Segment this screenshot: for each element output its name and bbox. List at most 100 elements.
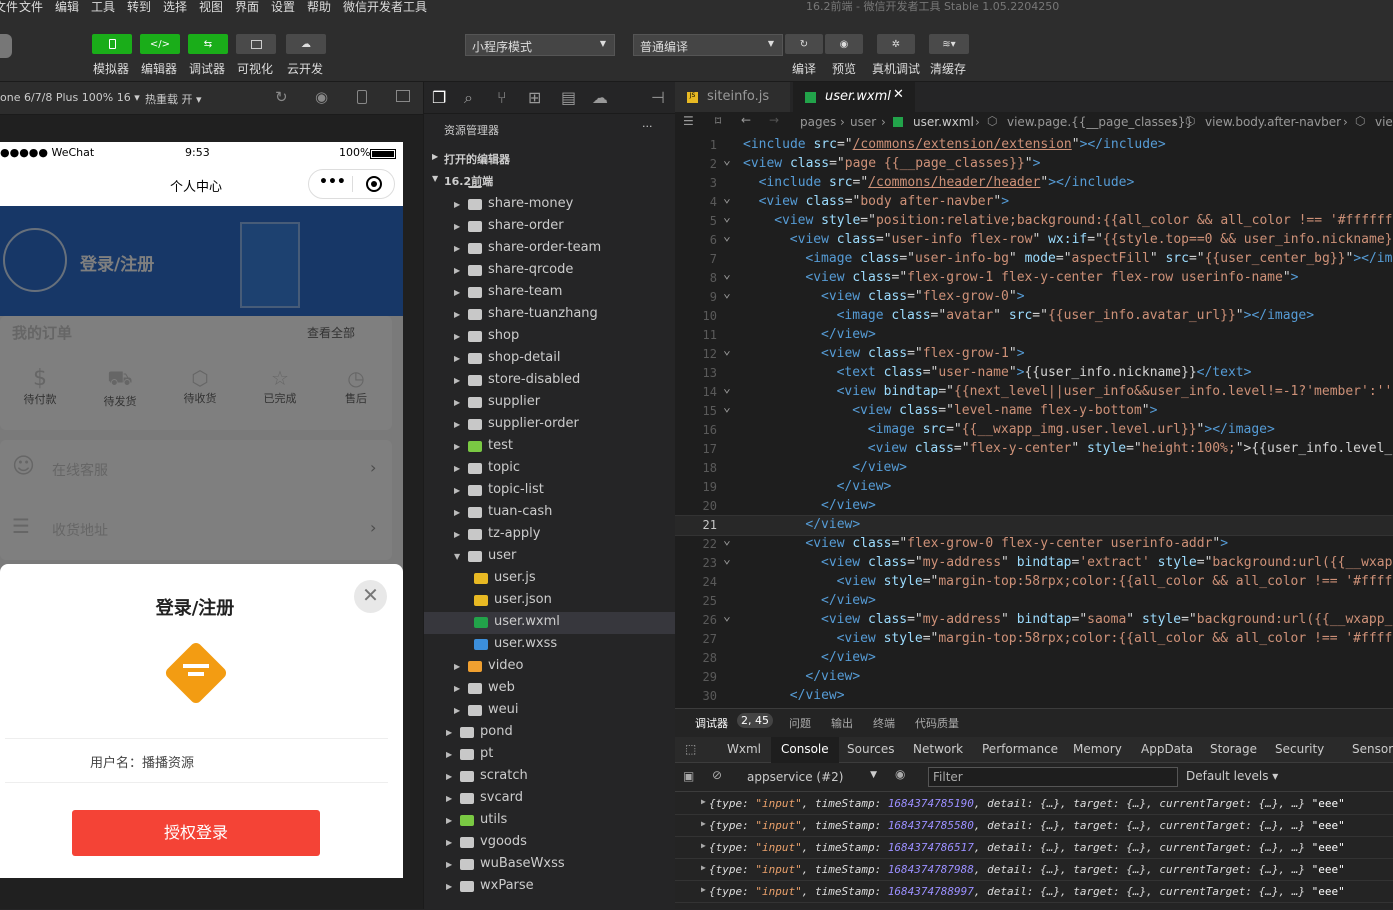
- code-line[interactable]: 11 </view>: [675, 326, 1393, 345]
- menu-item-wechat-devtools[interactable]: 微信开发者工具: [343, 0, 427, 15]
- breadcrumb-item[interactable]: pages: [800, 115, 836, 129]
- code-line[interactable]: 12 ⌄ <view class="flex-grow-1">: [675, 343, 1393, 364]
- code-line[interactable]: 24 <view style="margin-top:58rpx;color:{{…: [675, 573, 1393, 592]
- fold-chevron-icon[interactable]: ⌄: [723, 552, 731, 567]
- menu-item-select[interactable]: 选择: [163, 0, 187, 15]
- breadcrumb-item[interactable]: view.page.{{__page_classes}}: [1007, 115, 1193, 129]
- tree-item-web[interactable]: ▶ web: [424, 678, 676, 700]
- tab-sources[interactable]: Sources: [847, 742, 894, 756]
- tree-item-topic-list[interactable]: ▶ topic-list: [424, 480, 676, 502]
- code-line[interactable]: 3 <include src="/commons/header/header"><…: [675, 174, 1393, 193]
- tree-item-supplier-order[interactable]: ▶ supplier-order: [424, 414, 676, 436]
- code-line[interactable]: 20 </view>: [675, 497, 1393, 516]
- code-line[interactable]: 16 <image src="{{__wxapp_img.user.level.u…: [675, 421, 1393, 440]
- tree-item-tz-apply[interactable]: ▶ tz-apply: [424, 524, 676, 546]
- tree-item-user-json[interactable]: user.json: [424, 590, 676, 612]
- tab-wxml[interactable]: Wxml: [727, 742, 761, 756]
- tab-problems[interactable]: 问题: [789, 715, 811, 731]
- menu-item-settings[interactable]: 设置: [271, 0, 295, 15]
- tree-item-share-order[interactable]: ▶ share-order: [424, 216, 676, 238]
- log-levels-select[interactable]: Default levels ▾: [1186, 769, 1278, 783]
- code-line[interactable]: 1 <include src="/commons/extension/extens…: [675, 136, 1393, 155]
- tab-debugger[interactable]: 调试器: [695, 715, 728, 731]
- visual-button[interactable]: [236, 34, 276, 54]
- tree-item-user-js[interactable]: user.js: [424, 568, 676, 590]
- menu-item-edit[interactable]: 编辑: [55, 0, 79, 15]
- code-line[interactable]: 8 ⌄ <view class="flex-grow-1 flex-y-center…: [675, 267, 1393, 288]
- fold-chevron-icon[interactable]: ⌄: [723, 267, 731, 282]
- tree-item-wxparse[interactable]: ▶ wxParse: [424, 876, 676, 898]
- fold-chevron-icon[interactable]: ⌄: [723, 286, 731, 301]
- menu-item-help[interactable]: 帮助: [307, 0, 331, 15]
- mode-select[interactable]: 小程序模式 ▼: [465, 34, 615, 56]
- eye-icon[interactable]: ◉: [895, 767, 905, 781]
- debugger-button[interactable]: ⇆: [188, 34, 228, 54]
- code-line[interactable]: 25 </view>: [675, 592, 1393, 611]
- tree-item-utils[interactable]: ▶ utils: [424, 810, 676, 832]
- docker-icon[interactable]: ☁: [592, 88, 608, 107]
- tab-performance[interactable]: Performance: [982, 742, 1058, 756]
- tab-output[interactable]: 输出: [831, 715, 853, 731]
- phone-icon[interactable]: [357, 90, 367, 104]
- authorize-login-button[interactable]: 授权登录: [72, 810, 320, 856]
- code-line[interactable]: 5 ⌄ <view style="position:relative;backgro…: [675, 210, 1393, 231]
- clear-console-icon[interactable]: ⊘: [712, 768, 722, 782]
- tree-item-shop[interactable]: ▶ shop: [424, 326, 676, 348]
- inspect-icon[interactable]: ⬚: [685, 742, 696, 756]
- fold-chevron-icon[interactable]: ⌄: [723, 191, 731, 206]
- menu-item-0[interactable]: 文件: [0, 0, 18, 15]
- code-line[interactable]: 14 ⌄ <view bindtap="{{next_level||user_inf…: [675, 381, 1393, 402]
- compile-button[interactable]: ↻: [785, 34, 823, 54]
- more-icon[interactable]: •••: [319, 174, 346, 190]
- code-line[interactable]: 18 </view>: [675, 459, 1393, 478]
- code-line[interactable]: 28 </view>: [675, 649, 1393, 668]
- open-editors-section[interactable]: ▶ 打开的编辑器: [424, 148, 676, 170]
- panel-toggle-icon[interactable]: ⊣: [651, 88, 665, 107]
- tree-item-share-order-team[interactable]: ▶ share-order-team: [424, 238, 676, 260]
- console-log-entry[interactable]: ▶ {type: "input", timeStamp: 168437478899…: [675, 881, 1393, 903]
- code-line[interactable]: 9 ⌄ <view class="flex-grow-0">: [675, 286, 1393, 307]
- tab-terminal[interactable]: 终端: [873, 715, 895, 731]
- code-line[interactable]: 10 <image class="avatar" src="{{user_info…: [675, 307, 1393, 326]
- expand-arrow-icon[interactable]: ▶: [701, 841, 706, 850]
- git-icon[interactable]: ⑂: [497, 88, 507, 107]
- close-mini-icon[interactable]: [366, 176, 382, 192]
- menu-item-tools[interactable]: 工具: [91, 0, 115, 15]
- tree-item-supplier[interactable]: ▶ supplier: [424, 392, 676, 414]
- search-icon[interactable]: ⌕: [464, 88, 473, 108]
- console-log-entry[interactable]: ▶ {type: "input", timeStamp: 168437478519…: [675, 793, 1393, 815]
- tab-siteinfo-js[interactable]: JS siteinfo.js: [675, 82, 790, 112]
- code-line[interactable]: 2 ⌄ <view class="page {{__page_classes}}">: [675, 153, 1393, 174]
- code-line[interactable]: 15 ⌄ <view class="level-name flex-y-bottom…: [675, 400, 1393, 421]
- fold-chevron-icon[interactable]: ⌄: [723, 153, 731, 168]
- code-line[interactable]: 26 ⌄ <view class="my-address" bindtap="sao…: [675, 609, 1393, 630]
- avatar[interactable]: [0, 34, 12, 58]
- tree-item-share[interactable]: ▶ share: [424, 186, 676, 194]
- tree-item-topic[interactable]: ▶ topic: [424, 458, 676, 480]
- editor-button[interactable]: </>: [140, 34, 180, 54]
- expand-arrow-icon[interactable]: ▶: [701, 885, 706, 894]
- back-icon[interactable]: ←: [741, 113, 751, 127]
- tree-item-svcard[interactable]: ▶ svcard: [424, 788, 676, 810]
- tree-item-share-money[interactable]: ▶ share-money: [424, 194, 676, 216]
- menu-item-file[interactable]: 文件: [19, 0, 43, 15]
- tree-item-pt[interactable]: ▶ pt: [424, 744, 676, 766]
- window-icon[interactable]: [396, 90, 410, 102]
- files-icon[interactable]: ❐: [432, 88, 446, 107]
- tab-sensor[interactable]: Sensor: [1352, 742, 1393, 756]
- tab-user-wxml[interactable]: user.wxml ✕: [793, 82, 915, 112]
- code-line[interactable]: 29 </view>: [675, 668, 1393, 687]
- tab-security[interactable]: Security: [1275, 742, 1324, 756]
- tree-item-pond[interactable]: ▶ pond: [424, 722, 676, 744]
- remote-debug-button[interactable]: ✲: [877, 34, 915, 54]
- code-line[interactable]: 19 </view>: [675, 478, 1393, 497]
- expand-arrow-icon[interactable]: ▶: [701, 819, 706, 828]
- menu-item-view[interactable]: 视图: [199, 0, 223, 15]
- tab-code-quality[interactable]: 代码质量: [915, 715, 959, 731]
- preview-button[interactable]: ◉: [825, 34, 863, 54]
- tab-storage[interactable]: Storage: [1210, 742, 1257, 756]
- tree-item-user[interactable]: ▼ user: [424, 546, 676, 568]
- breadcrumb-item[interactable]: user.wxml: [913, 115, 974, 129]
- tree-item-share-qrcode[interactable]: ▶ share-qrcode: [424, 260, 676, 282]
- extensions-icon[interactable]: ⊞: [528, 88, 541, 107]
